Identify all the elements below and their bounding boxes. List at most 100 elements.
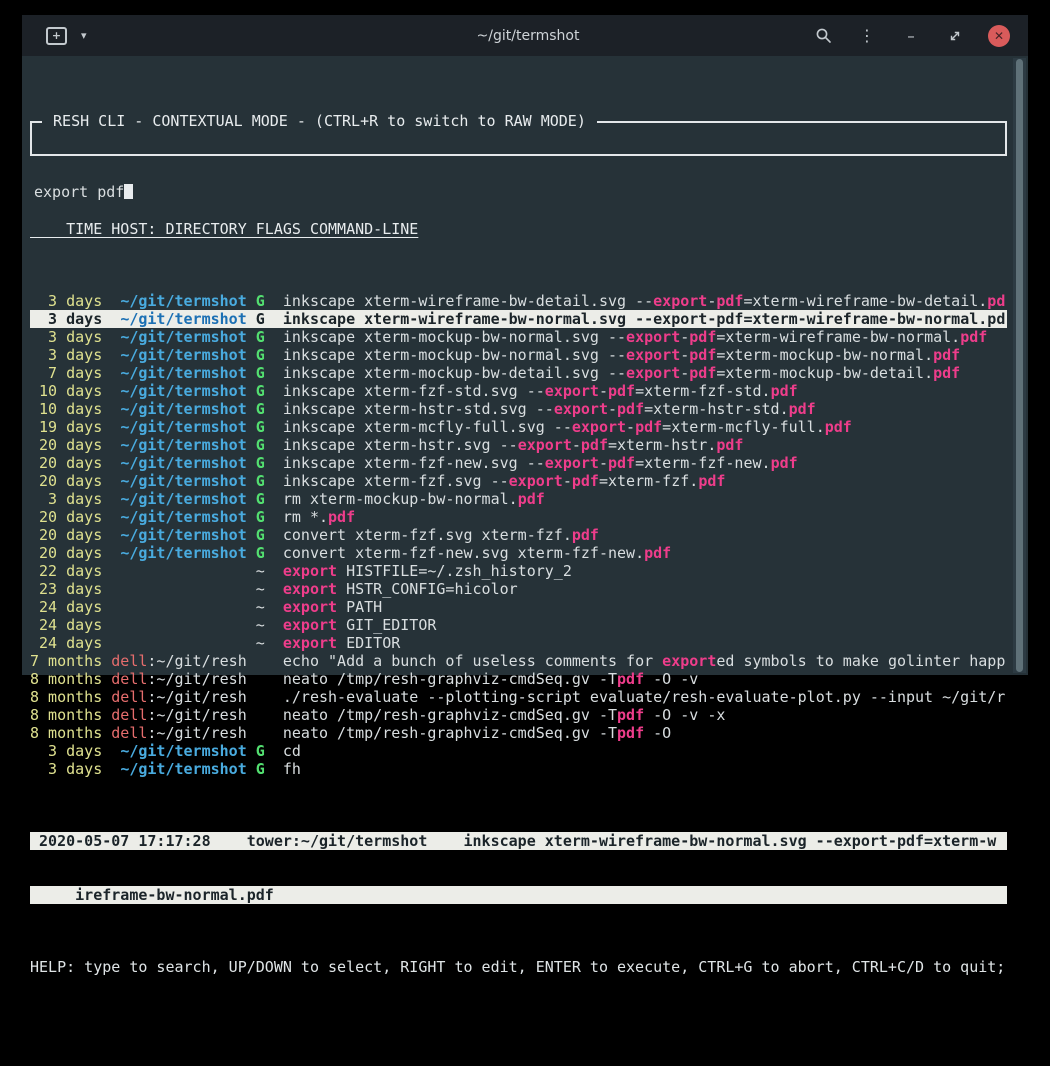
dir-pad (102, 670, 111, 688)
table-row[interactable]: 20 days ~/git/termshot G inkscape xterm-… (30, 472, 1007, 490)
dir-cell: ~/git/termshot (120, 436, 246, 454)
history-rows: 3 days ~/git/termshot G inkscape xterm-w… (30, 292, 1028, 778)
menu-kebab-icon[interactable]: ⋮ (856, 25, 878, 47)
table-row[interactable]: 10 days ~/git/termshot G inkscape xterm-… (30, 400, 1007, 418)
cmd-part: export (626, 364, 680, 382)
table-row[interactable]: 3 days ~/git/termshot G inkscape xterm-w… (30, 292, 1007, 310)
chevron-down-icon[interactable]: ▾ (81, 29, 87, 42)
cmd-part: - (680, 328, 689, 346)
table-row[interactable]: 24 days ~ export PATH (30, 598, 1007, 616)
time-cell: 3 days (30, 346, 102, 364)
table-row[interactable]: 3 days ~/git/termshot G rm xterm-mockup-… (30, 490, 1007, 508)
dir-cell: ~/git/termshot (120, 346, 246, 364)
cmd-part: pdf (617, 400, 644, 418)
table-row[interactable]: 3 days ~/git/termshot G inkscape xterm-w… (30, 310, 1007, 328)
table-row[interactable]: 20 days ~/git/termshot G rm *.pdf (30, 508, 1007, 526)
cmd-part: =xterm-fzf. (599, 472, 698, 490)
flag-cell: ~ (256, 562, 265, 580)
window-title: ~/git/termshot (266, 28, 790, 44)
dir-cell: ~/git/termshot (120, 472, 246, 490)
table-row[interactable]: 3 days ~/git/termshot G inkscape xterm-m… (30, 346, 1007, 364)
table-row[interactable]: 8 months dell:~/git/resh neato /tmp/resh… (30, 670, 1007, 688)
table-row[interactable]: 20 days ~/git/termshot G convert xterm-f… (30, 526, 1007, 544)
time-cell: 8 months (30, 724, 102, 742)
table-row[interactable]: 8 months dell:~/git/resh neato /tmp/resh… (30, 724, 1007, 742)
dir-cell: dell (111, 670, 147, 688)
cmd-part: pdf (716, 292, 743, 310)
cmd-part: export (545, 382, 599, 400)
table-row[interactable]: 24 days ~ export GIT_EDITOR (30, 616, 1007, 634)
cmd-part: export (283, 580, 337, 598)
dir-pad (102, 400, 120, 418)
dir-pad (102, 760, 120, 778)
table-row[interactable]: 20 days ~/git/termshot G inkscape xterm-… (30, 454, 1007, 472)
cmd-part: pdf (960, 328, 987, 346)
table-row[interactable]: 22 days ~ export HISTFILE=~/.zsh_history… (30, 562, 1007, 580)
table-row[interactable]: 8 months dell:~/git/resh neato /tmp/resh… (30, 706, 1007, 724)
cmd-part: =xterm-wireframe-bw-normal. (716, 328, 960, 346)
cmd-part: - (599, 382, 608, 400)
dir-cell: ~/git/termshot (120, 490, 246, 508)
flag-pad (247, 580, 256, 598)
cmd-pad (265, 670, 283, 688)
table-row[interactable]: 23 days ~ export HSTR_CONFIG=hicolor (30, 580, 1007, 598)
cmd-part: export (283, 634, 337, 652)
dir-pad (102, 346, 120, 364)
restore-icon[interactable] (944, 25, 966, 47)
table-row[interactable]: 3 days ~/git/termshot G cd (30, 742, 1007, 760)
time-cell: 20 days (30, 544, 102, 562)
time-cell: 20 days (30, 454, 102, 472)
flag-cell (256, 652, 265, 670)
search-icon[interactable] (812, 25, 834, 47)
new-tab-icon[interactable]: + (46, 27, 67, 45)
cmd-part: - (626, 418, 635, 436)
cmd-part: pdf (689, 346, 716, 364)
cmd-pad (265, 616, 283, 634)
resh-search-panel[interactable]: RESH CLI - CONTEXTUAL MODE - (CTRL+R to … (30, 121, 1007, 156)
dir-pad (102, 544, 120, 562)
table-row[interactable]: 10 days ~/git/termshot G inkscape xterm-… (30, 382, 1007, 400)
cmd-pad (265, 724, 283, 742)
dir-pad (102, 292, 120, 310)
table-row[interactable]: 7 months dell:~/git/resh echo "Add a bun… (30, 652, 1007, 670)
cmd-part: - (680, 346, 689, 364)
cmd-part: pd (987, 310, 1005, 328)
table-row[interactable]: 3 days ~/git/termshot G inkscape xterm-m… (30, 328, 1007, 346)
close-icon[interactable]: ✕ (988, 25, 1010, 47)
dir-cell: :~/git/resh (147, 724, 246, 742)
time-cell: 22 days (30, 562, 102, 580)
cmd-pad (265, 508, 283, 526)
cmd-part: neato /tmp/resh-graphviz-cmdSeq.gv -T (283, 724, 617, 742)
flag-cell: G (256, 310, 265, 328)
cmd-part: -O -v -x (644, 706, 725, 724)
dir-cell: ~/git/termshot (120, 526, 246, 544)
cmd-part: inkscape xterm-wireframe-bw-normal.svg -… (283, 310, 653, 328)
dir-cell: :~/git/resh (147, 706, 246, 724)
cmd-part: EDITOR (337, 634, 400, 652)
flag-cell: G (256, 382, 265, 400)
cmd-part: inkscape xterm-fzf-std.svg -- (283, 382, 545, 400)
cmd-part: export (572, 418, 626, 436)
scrollbar-thumb[interactable] (1016, 59, 1023, 672)
table-row[interactable]: 3 days ~/git/termshot G fh (30, 760, 1007, 778)
table-row[interactable]: 19 days ~/git/termshot G inkscape xterm-… (30, 418, 1007, 436)
table-row[interactable]: 20 days ~/git/termshot G inkscape xterm-… (30, 436, 1007, 454)
cmd-pad (265, 580, 283, 598)
dir-pad (102, 436, 120, 454)
flag-pad (247, 544, 256, 562)
flag-pad (247, 400, 256, 418)
cmd-part: pdf (617, 724, 644, 742)
cmd-pad (265, 652, 283, 670)
titlebar: + ▾ ~/git/termshot ⋮ – ✕ (22, 15, 1028, 56)
cmd-part: inkscape xterm-mockup-bw-normal.svg -- (283, 328, 626, 346)
search-input[interactable]: export pdf (32, 177, 1005, 201)
table-row[interactable]: 7 days ~/git/termshot G inkscape xterm-m… (30, 364, 1007, 382)
minimize-icon[interactable]: – (900, 25, 922, 47)
table-row[interactable]: 24 days ~ export EDITOR (30, 634, 1007, 652)
cmd-part: export (283, 598, 337, 616)
table-row[interactable]: 8 months dell:~/git/resh ./resh-evaluate… (30, 688, 1007, 706)
table-row[interactable]: 20 days ~/git/termshot G convert xterm-f… (30, 544, 1007, 562)
dir-pad (102, 382, 120, 400)
dir-cell: dell (111, 688, 147, 706)
cmd-part: pdf (825, 418, 852, 436)
